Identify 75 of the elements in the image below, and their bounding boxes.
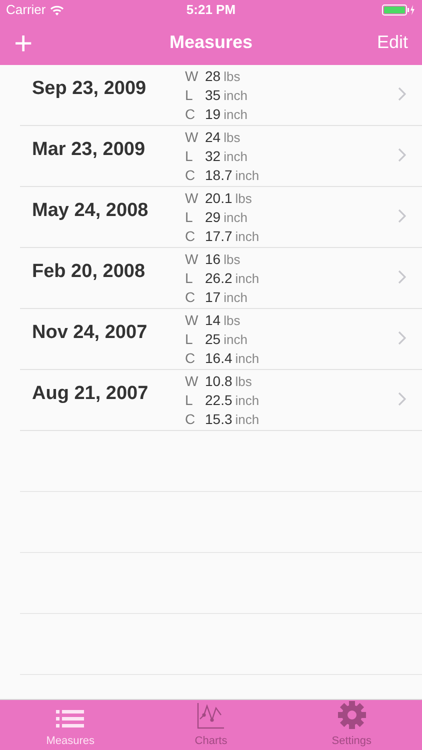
measure-value: 17.7 [205,227,232,245]
measure-row[interactable]: Aug 21, 2007 W 10.8 lbs L 22.5 inch C 15.3 inch [20,370,422,431]
battery-icon [382,4,416,16]
settings-icon [338,700,366,728]
unit-label: inch [224,148,248,166]
date-label: May 24, 2008 [32,199,150,223]
chart-icon [197,702,224,728]
measure-label: C [185,227,196,245]
measure-value: 14 [205,311,221,329]
chevron-icon [398,148,406,162]
measure-value: 20.1 [205,189,232,207]
measure-label: W [185,311,200,329]
list-icon [56,710,84,727]
measure-value: 25 [205,330,221,348]
measure-label: L [185,86,194,104]
date-label: Feb 20, 2008 [32,260,146,284]
carrier-label: Carrier [6,1,46,20]
measure-value: 29 [205,208,221,226]
measure-label: L [185,330,194,348]
measure-label: L [185,269,194,287]
measure-label: C [185,105,196,123]
measure-value: 24 [205,128,221,146]
unit-label: inch [224,87,248,105]
measure-value: 18.7 [205,166,232,184]
chevron-icon [398,209,406,223]
measure-label: C [185,288,196,306]
date-label: Aug 21, 2007 [32,382,150,406]
measure-value: 16.4 [205,349,232,367]
unit-label: inch [235,411,260,429]
measure-label: C [185,166,196,184]
date-label: Nov 24, 2007 [32,321,148,345]
measure-value: 17 [205,288,221,306]
measure-value: 35 [205,86,221,104]
measure-label: L [185,391,194,409]
measure-label: W [185,67,200,85]
date-label: Sep 23, 2009 [32,77,148,101]
measure-label: C [185,349,196,367]
measure-value: 10.8 [205,372,232,390]
time-label: 5:21 PM [185,1,237,20]
measure-value: 19 [205,105,221,123]
measure-label: W [185,372,200,390]
measure-value: 28 [205,67,221,85]
measure-value: 26.2 [205,269,232,287]
unit-label: lbs [224,312,240,330]
unit-label: lbs [224,68,240,86]
unit-label: inch [224,331,248,349]
nav-title: Measures [168,31,254,54]
measure-value: 32 [205,147,221,165]
unit-label: lbs [235,190,252,208]
measure-label: L [185,147,194,165]
measure-value: 16 [205,250,221,268]
unit-label: inch [224,106,248,124]
unit-label: lbs [235,373,252,391]
wifi-icon [50,4,64,16]
unit-label: inch [224,289,248,307]
unit-label: inch [235,350,260,368]
measure-label: W [185,189,200,207]
unit-label: lbs [224,129,240,147]
chevron-icon [398,270,406,284]
unit-label: inch [235,228,260,246]
unit-label: inch [235,167,260,185]
chevron-icon [398,331,406,345]
date-label: Mar 23, 2009 [32,138,146,162]
unit-label: inch [224,209,248,227]
chevron-icon [398,87,406,101]
measure-label: W [185,250,200,268]
measure-value: 22.5 [205,391,232,409]
unit-label: inch [235,392,260,410]
unit-label: lbs [224,251,240,269]
unit-label: inch [235,270,260,288]
chevron-icon [398,392,406,406]
measure-label: C [185,410,196,428]
measure-value: 15.3 [205,410,232,428]
measure-label: W [185,128,200,146]
measure-label: L [185,208,194,226]
